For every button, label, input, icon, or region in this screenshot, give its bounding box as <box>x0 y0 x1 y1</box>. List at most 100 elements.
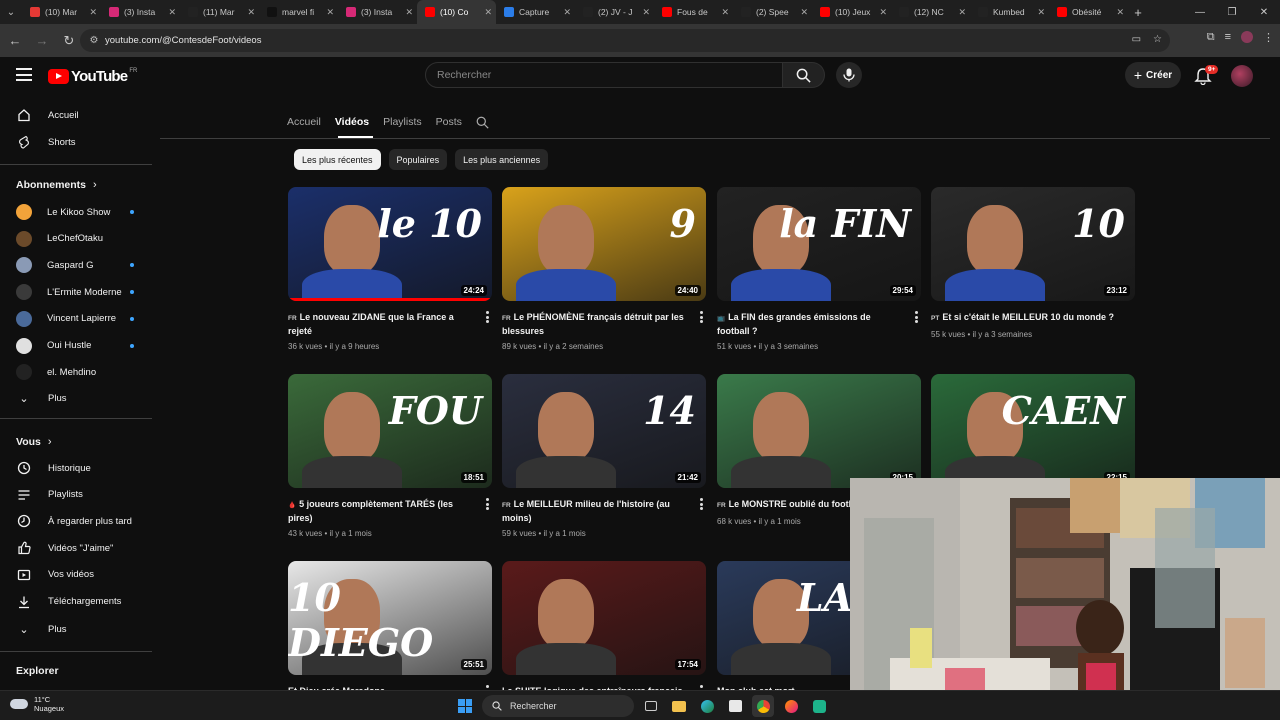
start-button[interactable] <box>454 695 476 717</box>
close-window-icon[interactable]: ✕ <box>1248 0 1280 24</box>
menu-hamburger-icon[interactable] <box>16 68 32 85</box>
sidebar-item-watch-later[interactable]: À regarder plus tard <box>12 508 148 534</box>
file-explorer-icon[interactable] <box>668 695 690 717</box>
media-control-icon[interactable]: ≡ <box>1225 31 1231 44</box>
browser-tab[interactable]: (10) Mar ✕ <box>22 0 101 24</box>
edge-icon[interactable] <box>696 695 718 717</box>
video-title[interactable]: FR Le MEILLEUR milieu de l'histoire (au m… <box>502 498 688 524</box>
browser-tab[interactable]: (3) Insta ✕ <box>338 0 417 24</box>
video-thumbnail[interactable]: 9 24:40 <box>502 187 706 301</box>
subscriptions-heading[interactable]: Abonnements › <box>16 179 97 191</box>
more-actions-icon[interactable] <box>700 498 704 512</box>
close-tab-icon[interactable]: ✕ <box>642 7 650 18</box>
video-card[interactable]: 14 21:42 FR Le MEILLEUR milieu de l'histoir… <box>502 374 706 538</box>
app-icon[interactable] <box>808 695 830 717</box>
address-bar[interactable]: ⚙ youtube.com/@ContesdeFoot/videos ▭ ☆ <box>80 29 1170 52</box>
close-tab-icon[interactable]: ✕ <box>405 7 413 18</box>
tab-posts[interactable]: Posts <box>436 112 462 138</box>
tab-playlists[interactable]: Playlists <box>383 112 422 138</box>
chip-latest[interactable]: Les plus récentes <box>294 149 381 170</box>
account-avatar[interactable] <box>1231 65 1253 87</box>
you-heading[interactable]: Vous › <box>16 436 52 448</box>
weather-widget[interactable]: 11°C Nuageux <box>10 695 64 713</box>
tab-home[interactable]: Accueil <box>287 112 321 138</box>
sidebar-item-like[interactable]: Vidéos "J'aime" <box>12 535 148 561</box>
more-actions-icon[interactable] <box>486 498 490 512</box>
browser-tab[interactable]: (2) JV - J ✕ <box>575 0 654 24</box>
close-tab-icon[interactable]: ✕ <box>1116 7 1124 18</box>
browser-tab[interactable]: (12) NC ✕ <box>891 0 970 24</box>
browser-tab[interactable]: (10) Jeux ✕ <box>812 0 891 24</box>
sidebar-item-history[interactable]: Historique <box>12 455 148 481</box>
minimize-icon[interactable]: — <box>1184 0 1216 24</box>
video-thumbnail[interactable]: CAEN22:15 <box>931 374 1135 488</box>
video-card[interactable]: 10 23:12 PT Et si c'était le MEILLEUR 10 du… <box>931 187 1135 339</box>
close-tab-icon[interactable]: ✕ <box>89 7 97 18</box>
close-tab-icon[interactable]: ✕ <box>879 7 887 18</box>
create-button[interactable]: + Créer <box>1125 62 1181 88</box>
tab-search-icon[interactable]: ⌄ <box>0 0 22 24</box>
close-tab-icon[interactable]: ✕ <box>800 7 808 18</box>
extensions-icon[interactable]: ⧉ <box>1207 31 1215 44</box>
voice-search-button[interactable] <box>836 62 862 88</box>
firefox-icon[interactable] <box>780 695 802 717</box>
video-title[interactable]: FR Le PHÉNOMÈNE français détruit par les … <box>502 311 688 337</box>
video-card[interactable]: 17:54La SUITE logique des entraîneurs fr… <box>502 561 706 698</box>
close-tab-icon[interactable]: ✕ <box>168 7 176 18</box>
browser-tab[interactable]: (11) Mar ✕ <box>180 0 259 24</box>
browser-tab[interactable]: Obésité ✕ <box>1049 0 1128 24</box>
site-info-icon[interactable]: ⚙ <box>84 35 104 46</box>
you-more-button[interactable]: ⌄ Plus <box>12 616 148 642</box>
sidebar-subscription[interactable]: Le Kikoo Show <box>12 199 148 225</box>
new-tab-button[interactable]: + <box>1128 5 1148 20</box>
sidebar-subscription[interactable]: LeChefOtaku <box>12 226 148 252</box>
close-tab-icon[interactable]: ✕ <box>958 7 966 18</box>
video-card[interactable]: 9 24:40 FR Le PHÉNOMÈNE français détruit pa… <box>502 187 706 351</box>
browser-tab[interactable]: marvel fi ✕ <box>259 0 338 24</box>
more-actions-icon[interactable] <box>486 311 490 325</box>
sidebar-subscription[interactable]: Vincent Lapierre <box>12 306 148 332</box>
close-tab-icon[interactable]: ✕ <box>484 7 492 18</box>
browser-tab[interactable]: (2) Spee ✕ <box>733 0 812 24</box>
sidebar-item-shorts[interactable]: Shorts <box>12 129 148 155</box>
close-tab-icon[interactable]: ✕ <box>563 7 571 18</box>
back-button[interactable]: ← <box>3 29 27 53</box>
close-tab-icon[interactable]: ✕ <box>247 7 255 18</box>
sidebar-subscription[interactable]: el. Mehdino <box>12 359 148 385</box>
more-actions-icon[interactable] <box>700 311 704 325</box>
video-card[interactable]: le 10 24:24 FR Le nouveau ZIDANE que la Fra… <box>288 187 492 351</box>
video-thumbnail[interactable]: la FIN 29:54 <box>717 187 921 301</box>
reload-button[interactable]: ↻ <box>57 29 81 53</box>
browser-tab[interactable]: Capture ✕ <box>496 0 575 24</box>
youtube-logo[interactable]: YouTube FR <box>48 68 137 85</box>
sidebar-item-download[interactable]: Téléchargements <box>12 589 148 615</box>
browser-tab[interactable]: (10) Co ✕ <box>417 0 496 24</box>
video-thumbnail[interactable]: 14 21:42 <box>502 374 706 488</box>
video-card[interactable]: FOU 18:51 🩸 5 joueurs complètement TARÉS (l… <box>288 374 492 538</box>
sidebar-subscription[interactable]: L'Ermite Moderne <box>12 279 148 305</box>
close-tab-icon[interactable]: ✕ <box>326 7 334 18</box>
video-thumbnail[interactable]: 10 DIEGO 25:51 <box>288 561 492 675</box>
channel-search-icon[interactable] <box>476 112 489 138</box>
profile-icon[interactable] <box>1241 31 1253 43</box>
close-tab-icon[interactable]: ✕ <box>721 7 729 18</box>
video-title[interactable]: 📺 La FIN des grandes émissions de footbal… <box>717 311 903 337</box>
browser-tab[interactable]: (3) Insta ✕ <box>101 0 180 24</box>
sidebar-item-playlists[interactable]: Playlists <box>12 482 148 508</box>
video-card[interactable]: 10 DIEGO25:51Et Dieu créa Maradona <box>288 561 492 698</box>
more-actions-icon[interactable] <box>915 311 919 325</box>
video-thumbnail[interactable]: le 10 24:24 <box>288 187 492 301</box>
video-thumbnail[interactable]: FOU 18:51 <box>288 374 492 488</box>
browser-tab[interactable]: Kumbed ✕ <box>970 0 1049 24</box>
taskbar-search[interactable]: Rechercher <box>482 695 634 717</box>
video-title[interactable]: FR Le nouveau ZIDANE que la France a reje… <box>288 311 474 337</box>
video-thumbnail[interactable]: 17:54 <box>502 561 706 675</box>
maximize-icon[interactable]: ❐ <box>1216 0 1248 24</box>
video-card[interactable]: CAEN22:15 <box>931 374 1135 488</box>
forward-button[interactable]: → <box>30 29 54 53</box>
chip-oldest[interactable]: Les plus anciennes <box>455 149 549 170</box>
search-input[interactable]: Rechercher <box>425 62 783 88</box>
video-card[interactable]: la FIN 29:54 📺 La FIN des grandes émissions… <box>717 187 921 351</box>
video-title[interactable]: PT Et si c'était le MEILLEUR 10 du monde … <box>931 311 1117 325</box>
cast-icon[interactable]: ▭ <box>1132 34 1141 45</box>
